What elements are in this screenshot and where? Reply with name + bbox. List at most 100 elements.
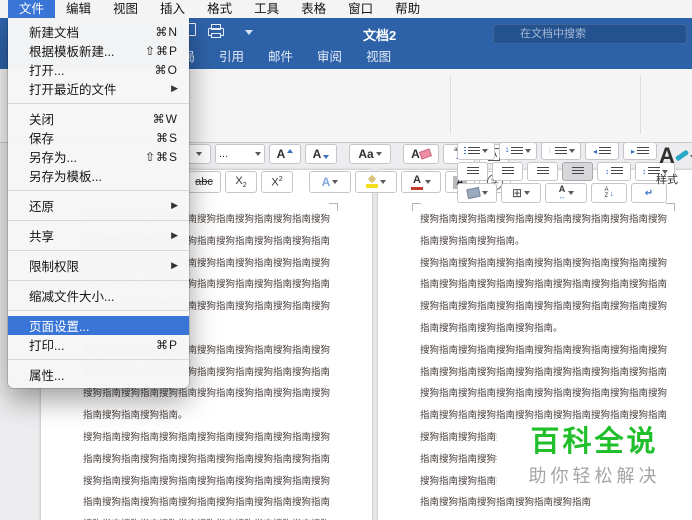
watermark-overlay: 百科全说 助你轻松解决 xyxy=(497,422,692,497)
menubar-item-table[interactable]: 表格 xyxy=(290,0,337,18)
menu-item-share[interactable]: 共享 ▶ xyxy=(8,226,189,245)
paragraph-mark-icon: ↵ xyxy=(644,187,654,199)
font-color-icon: A xyxy=(411,174,423,190)
menubar-item-edit[interactable]: 编辑 xyxy=(55,0,102,18)
highlight-button[interactable] xyxy=(355,171,397,193)
window-title: 文档2 xyxy=(363,28,397,43)
font-name-combo-partial[interactable] xyxy=(187,144,211,164)
bullets-button[interactable] xyxy=(457,142,495,160)
font-size-combo[interactable]: ... xyxy=(215,144,265,164)
asian-layout-button[interactable]: A ↔ xyxy=(545,183,587,203)
paragraph: 搜狗指南搜狗指南搜狗指南搜狗指南搜狗指南搜狗指南搜狗指南搜狗指南搜狗指南。 xyxy=(420,214,668,247)
styles-button[interactable]: A 样式 xyxy=(646,143,692,187)
margin-corner-mark xyxy=(666,203,675,211)
clear-formatting-button[interactable]: A xyxy=(403,144,439,164)
justify-button[interactable] xyxy=(562,162,593,181)
margin-corner-mark xyxy=(412,203,421,211)
menu-item-page-setup[interactable]: 页面设置... xyxy=(8,316,189,335)
asian-layout-icon: A ↔ xyxy=(558,184,566,202)
grow-font-button[interactable]: A xyxy=(269,144,301,164)
numbering-button[interactable]: 1 xyxy=(499,142,537,160)
multilevel-list-icon: ⋮ xyxy=(547,148,553,154)
borders-button[interactable]: ⊞ xyxy=(501,183,541,203)
shrink-font-button[interactable]: A xyxy=(305,144,337,164)
tab-mailings[interactable]: 邮件 xyxy=(268,47,293,69)
watermark-title: 百科全说 xyxy=(530,426,659,458)
chevron-down-icon xyxy=(481,191,488,195)
chevron-down-icon xyxy=(482,149,488,153)
menu-separator xyxy=(8,220,189,221)
menu-item-save[interactable]: 保存 ⌘S xyxy=(8,128,189,147)
menu-separator xyxy=(8,310,189,311)
menu-item-revert[interactable]: 还原 ▶ xyxy=(8,196,189,215)
strikethrough-button[interactable]: abc xyxy=(187,171,221,193)
text-effects-button[interactable]: A xyxy=(309,171,351,193)
change-case-button[interactable]: Aa xyxy=(349,144,391,164)
line-spacing-button[interactable]: ↕ xyxy=(597,162,631,181)
chevron-down-icon xyxy=(569,149,575,153)
tab-references[interactable]: 引用 xyxy=(219,47,244,69)
chevron-down-icon xyxy=(375,152,382,156)
outdent-icon: ◂ xyxy=(592,146,597,156)
screen: 文档2 布局 引用 邮件 审阅 视图 ... A A Aa A abcA xyxy=(0,0,692,520)
borders-icon: ⊞ xyxy=(511,186,523,200)
menu-item-new-document[interactable]: 新建文档 ⌘N xyxy=(8,22,189,41)
menu-separator xyxy=(8,190,189,191)
menubar-item-help[interactable]: 帮助 xyxy=(384,0,431,18)
align-left-button[interactable] xyxy=(457,162,488,181)
sort-button[interactable]: A Z ↓ xyxy=(591,183,627,203)
paint-bucket-icon xyxy=(465,186,481,200)
tab-review[interactable]: 审阅 xyxy=(317,47,342,69)
file-menu: 新建文档 ⌘N 根据模板新建... ⇧⌘P 打开... ⌘O 打开最近的文件 ▶ 关闭 ⌘… xyxy=(8,18,189,388)
multilevel-list-button[interactable]: ⋮ xyxy=(541,142,581,160)
superscript-button[interactable]: X2 xyxy=(261,171,293,193)
submenu-arrow-icon: ▶ xyxy=(171,230,178,240)
align-right-button[interactable] xyxy=(527,162,558,181)
menubar-item-window[interactable]: 窗口 xyxy=(337,0,384,18)
menu-item-open-recent[interactable]: 打开最近的文件 ▶ xyxy=(8,79,189,98)
menu-separator xyxy=(8,280,189,281)
shading-button[interactable] xyxy=(457,183,497,203)
chevron-down-icon[interactable] xyxy=(245,30,253,35)
menubar-item-format[interactable]: 格式 xyxy=(196,0,243,18)
group-divider xyxy=(640,76,641,134)
align-center-button[interactable] xyxy=(492,162,523,181)
print-icon[interactable] xyxy=(208,24,224,38)
menu-item-save-as[interactable]: 另存为... ⇧⌘S xyxy=(8,147,189,166)
watermark-subtitle: 助你轻松解决 xyxy=(528,466,661,486)
menu-item-save-as-template[interactable]: 另存为模板... xyxy=(8,166,189,185)
align-center-icon xyxy=(501,167,514,176)
bullet-list-icon xyxy=(464,146,466,156)
chevron-down-icon xyxy=(524,191,531,195)
chevron-down-icon xyxy=(524,149,531,153)
outline-a-icon: A xyxy=(321,175,331,189)
menubar-item-view[interactable]: 视图 xyxy=(102,0,149,18)
menu-item-close[interactable]: 关闭 ⌘W xyxy=(8,109,189,128)
numbered-list-icon: 1 xyxy=(505,148,509,154)
document-search-input[interactable] xyxy=(493,24,687,44)
chevron-down-icon xyxy=(567,191,574,195)
align-left-icon xyxy=(466,167,479,176)
subscript-button[interactable]: X2 xyxy=(225,171,257,193)
group-divider xyxy=(450,76,451,134)
tab-view[interactable]: 视图 xyxy=(366,47,391,69)
menu-separator xyxy=(8,359,189,360)
menu-item-restrict-permissions[interactable]: 限制权限 ▶ xyxy=(8,256,189,275)
menubar-item-insert[interactable]: 插入 xyxy=(149,0,196,18)
menu-item-open[interactable]: 打开... ⌘O xyxy=(8,60,189,79)
eraser-icon xyxy=(418,148,432,160)
menu-item-reduce-file-size[interactable]: 缩减文件大小... xyxy=(8,286,189,305)
menubar-item-tools[interactable]: 工具 xyxy=(243,0,290,18)
menu-item-properties[interactable]: 属性... xyxy=(8,365,189,384)
chevron-down-icon xyxy=(425,180,431,184)
menu-item-new-from-template[interactable]: 根据模板新建... ⇧⌘P xyxy=(8,41,189,60)
indent-icon: ▸ xyxy=(630,146,635,156)
line-spacing-icon: ↕ xyxy=(605,167,609,176)
font-color-button[interactable]: A xyxy=(401,171,441,193)
chevron-down-icon xyxy=(196,152,202,156)
menu-item-print[interactable]: 打印... ⌘P xyxy=(8,335,189,354)
chevron-down-icon xyxy=(255,152,261,156)
menubar-item-file[interactable]: 文件 xyxy=(8,0,56,18)
decrease-indent-button[interactable]: ◂ xyxy=(585,142,619,160)
triangle-up-icon xyxy=(287,149,294,153)
